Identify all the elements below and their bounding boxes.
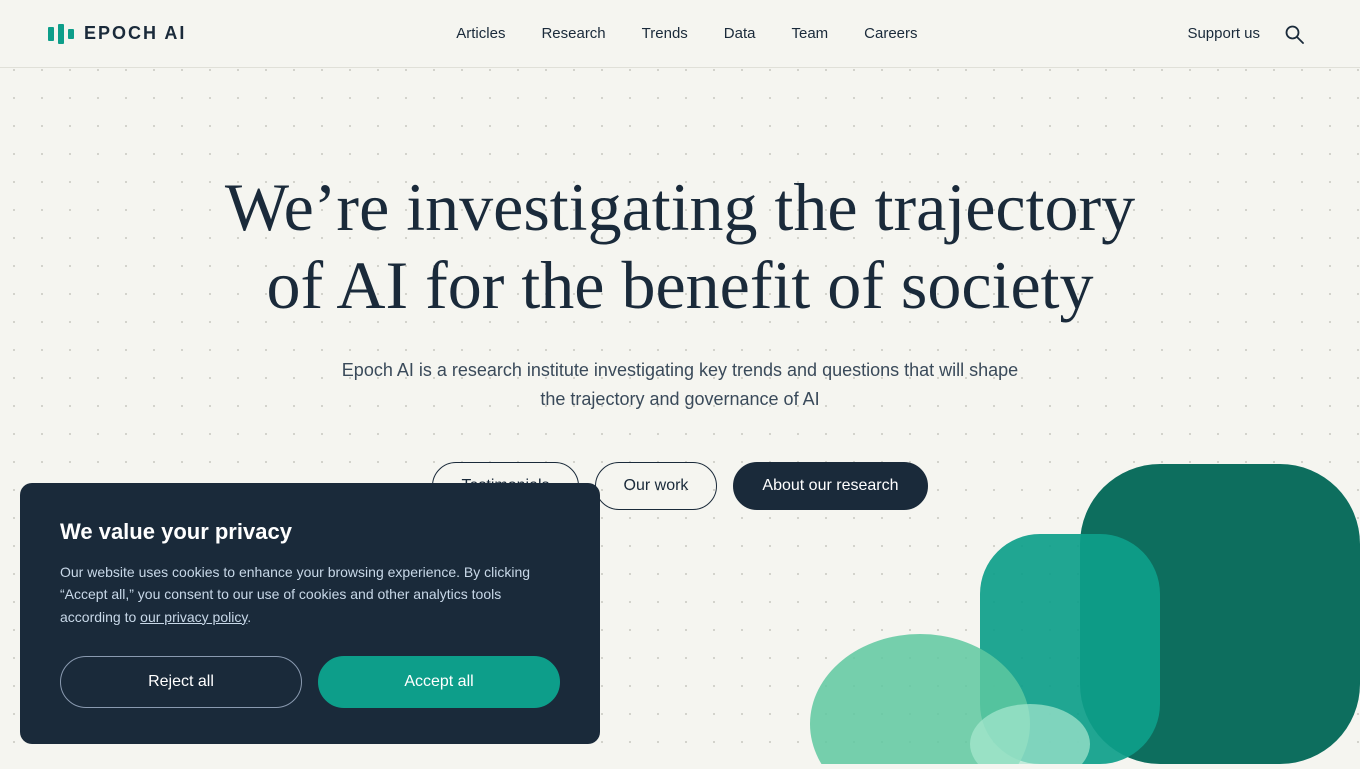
logo-link[interactable]: EPOCH AI <box>48 23 186 44</box>
hero-section: We’re investigating the trajectory of AI… <box>0 68 1360 550</box>
navbar: EPOCH AI Articles Research Trends Data T… <box>0 0 1360 68</box>
nav-item-team[interactable]: Team <box>791 25 828 42</box>
search-icon <box>1284 24 1304 44</box>
cookie-title: We value your privacy <box>60 519 560 545</box>
cookie-text: Our website uses cookies to enhance your… <box>60 561 560 628</box>
cookie-buttons: Reject all Accept all <box>60 656 560 708</box>
nav-right: Support us <box>1187 16 1312 52</box>
nav-item-careers[interactable]: Careers <box>864 25 917 42</box>
nav-item-research[interactable]: Research <box>541 25 605 42</box>
logo-icon <box>48 24 74 44</box>
search-button[interactable] <box>1276 16 1312 52</box>
support-link[interactable]: Support us <box>1187 25 1260 42</box>
nav-item-trends[interactable]: Trends <box>642 25 688 42</box>
accept-all-button[interactable]: Accept all <box>318 656 560 708</box>
reject-all-button[interactable]: Reject all <box>60 656 302 708</box>
hero-subtitle: Epoch AI is a research institute investi… <box>340 356 1020 414</box>
about-research-button[interactable]: About our research <box>733 462 927 510</box>
cookie-banner: We value your privacy Our website uses c… <box>20 483 600 744</box>
nav-links: Articles Research Trends Data Team Caree… <box>456 25 917 43</box>
hero-title: We’re investigating the trajectory of AI… <box>190 168 1170 324</box>
nav-item-data[interactable]: Data <box>724 25 756 42</box>
our-work-button[interactable]: Our work <box>595 462 718 510</box>
privacy-policy-link[interactable]: our privacy policy <box>140 609 247 625</box>
nav-item-articles[interactable]: Articles <box>456 25 505 42</box>
logo-text: EPOCH AI <box>84 23 186 44</box>
